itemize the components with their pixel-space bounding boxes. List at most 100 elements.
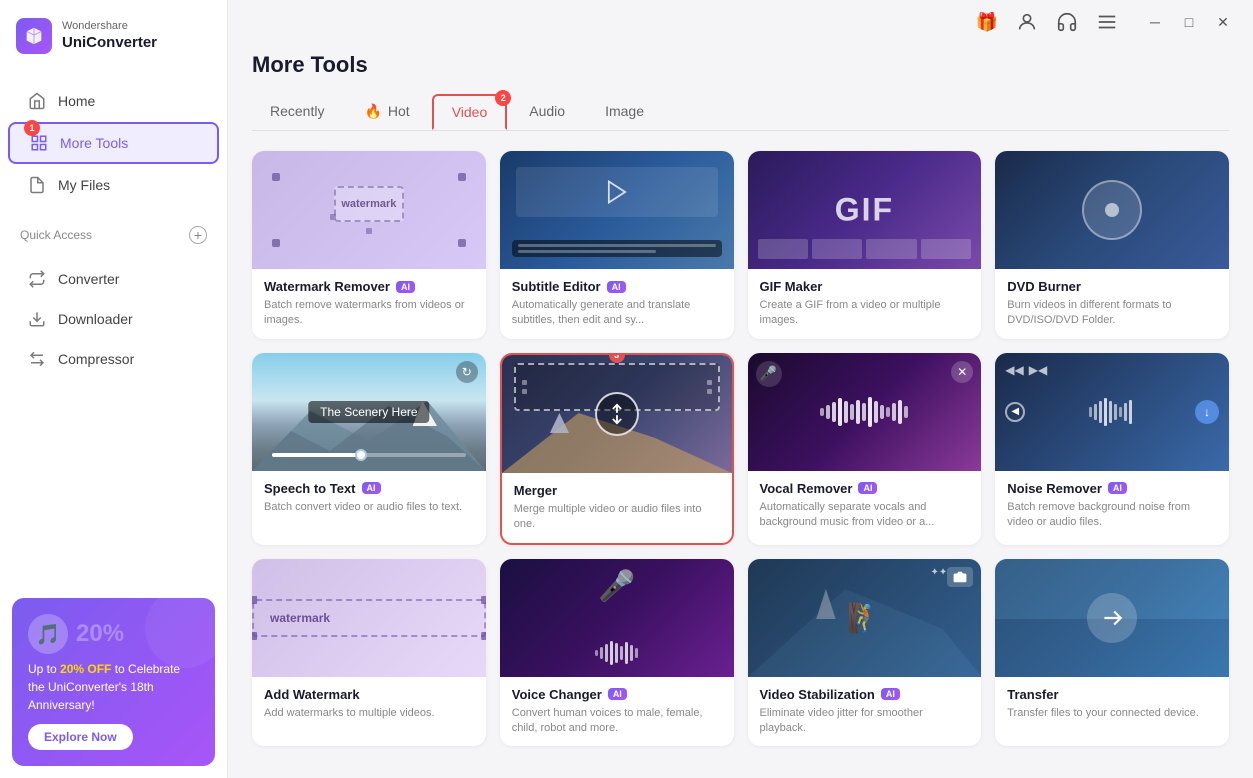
tool-info-merger: Merger Merge multiple video or audio fil… bbox=[502, 473, 732, 543]
sidebar-item-my-files[interactable]: My Files bbox=[8, 166, 219, 204]
tool-info-gif-maker: GIF Maker Create a GIF from a video or m… bbox=[748, 269, 982, 339]
tab-audio[interactable]: Audio bbox=[511, 95, 583, 129]
logo-icon bbox=[16, 18, 52, 54]
sidebar-item-converter[interactable]: Converter bbox=[8, 260, 219, 298]
tool-info-transfer: Transfer Transfer files to your connecte… bbox=[995, 677, 1229, 731]
tools-grid: watermark Watermark Remo bbox=[252, 151, 1229, 746]
promo-prefix: Up to bbox=[28, 662, 60, 676]
dvd-disc bbox=[1082, 180, 1142, 240]
tool-desc-subtitle-editor: Automatically generate and translate sub… bbox=[512, 298, 722, 329]
sidebar-item-compressor[interactable]: Compressor bbox=[8, 340, 219, 378]
tool-name-subtitle-editor: Subtitle Editor AI bbox=[512, 279, 722, 294]
app-logo: Wondershare UniConverter bbox=[0, 0, 227, 72]
transfer-icon bbox=[1087, 593, 1137, 643]
tool-card-voice-changer[interactable]: 🎤 Voice Changer bbox=[500, 559, 734, 747]
headset-icon[interactable] bbox=[1053, 8, 1081, 36]
sidebar-item-more-tools[interactable]: 1 More Tools bbox=[8, 122, 219, 164]
mic-icon: 🎤 bbox=[756, 361, 782, 387]
tool-thumb-noise-remover: ◀ ↓ bbox=[995, 353, 1229, 471]
tool-thumb-vocal-remover: ✕ 🎤 bbox=[748, 353, 982, 471]
sidebar-item-home[interactable]: Home bbox=[8, 82, 219, 120]
tool-card-merger[interactable]: 3 bbox=[500, 353, 734, 545]
tool-name-noise-remover: Noise Remover AI bbox=[1007, 481, 1217, 496]
tool-card-dvd-burner[interactable]: DVD Burner Burn videos in different form… bbox=[995, 151, 1229, 339]
tool-card-gif-maker[interactable]: GIF GIF Maker Create a GIF from a video … bbox=[748, 151, 982, 339]
menu-icon[interactable] bbox=[1093, 8, 1121, 36]
product-name: UniConverter bbox=[62, 34, 157, 52]
quick-access-label: Quick Access bbox=[20, 228, 92, 242]
more-tools-badge: 1 bbox=[24, 120, 40, 136]
ai-badge: AI bbox=[362, 482, 381, 494]
tool-desc-speech-to-text: Batch convert video or audio files to te… bbox=[264, 500, 474, 515]
quick-access-header: Quick Access + bbox=[0, 214, 227, 250]
home-icon bbox=[28, 92, 46, 110]
tool-desc-voice-changer: Convert human voices to male, female, ch… bbox=[512, 706, 722, 737]
tab-video[interactable]: 2 Video bbox=[432, 94, 508, 130]
tool-desc-noise-remover: Batch remove background noise from video… bbox=[1007, 500, 1217, 531]
ai-badge: AI bbox=[607, 281, 626, 293]
close-button[interactable]: ✕ bbox=[1209, 8, 1237, 36]
promo-highlight: 20% OFF bbox=[60, 662, 111, 676]
gif-label: GIF bbox=[835, 192, 894, 229]
tab-image[interactable]: Image bbox=[587, 95, 662, 129]
tab-recently[interactable]: Recently bbox=[252, 95, 342, 129]
tool-card-add-watermark[interactable]: watermark Add Watermark Add watermarks t… bbox=[252, 559, 486, 747]
sidebar-item-downloader[interactable]: Downloader bbox=[8, 300, 219, 338]
sidebar-item-downloader-label: Downloader bbox=[58, 311, 133, 327]
title-bar: 🎁 ─ □ ✕ bbox=[228, 0, 1253, 44]
noise-controls: ◀ ↓ bbox=[995, 398, 1229, 426]
minimize-button[interactable]: ─ bbox=[1141, 8, 1169, 36]
camera-icon-area bbox=[947, 567, 973, 587]
sidebar-item-my-files-label: My Files bbox=[58, 177, 110, 193]
user-icon[interactable] bbox=[1013, 8, 1041, 36]
tool-name-video-stabilization: Video Stabilization AI bbox=[760, 687, 970, 702]
ai-badge: AI bbox=[858, 482, 877, 494]
mic-person-icon: 🎤 bbox=[598, 569, 635, 604]
tool-desc-gif-maker: Create a GIF from a video or multiple im… bbox=[760, 298, 970, 329]
tab-audio-label: Audio bbox=[529, 103, 565, 119]
tab-video-label: Video bbox=[452, 104, 488, 120]
tool-name-gif-maker: GIF Maker bbox=[760, 279, 970, 294]
downloader-icon bbox=[28, 310, 46, 328]
tool-thumb-subtitle-editor bbox=[500, 151, 734, 269]
gift-icon[interactable]: 🎁 bbox=[973, 8, 1001, 36]
merge-arrows-icon bbox=[606, 403, 628, 425]
tool-card-watermark-remover[interactable]: watermark Watermark Remo bbox=[252, 151, 486, 339]
tool-info-video-stabilization: Video Stabilization AI Eliminate video j… bbox=[748, 677, 982, 747]
tool-card-speech-to-text[interactable]: The Scenery Here ↻ Speech to Text AI bbox=[252, 353, 486, 545]
tab-hot[interactable]: 🔥 Hot bbox=[346, 95, 427, 130]
promo-percent-bg: 20% bbox=[76, 620, 124, 648]
maximize-button[interactable]: □ bbox=[1175, 8, 1203, 36]
explore-now-button[interactable]: Explore Now bbox=[28, 724, 133, 750]
tool-card-video-stabilization[interactable]: 🧗 ✦✦ Video Stabilization AI Eliminate vi… bbox=[748, 559, 982, 747]
sidebar-item-more-tools-label: More Tools bbox=[60, 135, 128, 151]
progress-area bbox=[272, 453, 466, 457]
tool-info-subtitle-editor: Subtitle Editor AI Automatically generat… bbox=[500, 269, 734, 339]
tool-card-noise-remover[interactable]: ◀ ↓ bbox=[995, 353, 1229, 545]
play-icon bbox=[603, 178, 631, 206]
promo-illustration: 🎵 bbox=[28, 614, 68, 654]
merger-icon bbox=[595, 392, 639, 436]
tab-video-badge: 2 bbox=[495, 90, 511, 106]
ai-badge: AI bbox=[608, 688, 627, 700]
quick-access-add-button[interactable]: + bbox=[189, 226, 207, 244]
tool-name-add-watermark: Add Watermark bbox=[264, 687, 474, 702]
tab-hot-label: Hot bbox=[388, 103, 410, 119]
sidebar: Wondershare UniConverter Home 1 More Too… bbox=[0, 0, 228, 778]
corner-handle-tl bbox=[272, 173, 280, 181]
files-icon bbox=[28, 176, 46, 194]
page-title: More Tools bbox=[252, 44, 1229, 78]
scenery-text: The Scenery Here bbox=[308, 401, 429, 423]
tool-card-subtitle-editor[interactable]: Subtitle Editor AI Automatically generat… bbox=[500, 151, 734, 339]
tab-image-label: Image bbox=[605, 103, 644, 119]
tool-card-transfer[interactable]: Transfer Transfer files to your connecte… bbox=[995, 559, 1229, 747]
tool-name-voice-changer: Voice Changer AI bbox=[512, 687, 722, 702]
main-content: 🎁 ─ □ ✕ More Tools Recently 🔥 Hot bbox=[228, 0, 1253, 778]
promo-card: 🎵 20% Up to 20% OFF to Celebrate the Uni… bbox=[12, 598, 215, 766]
waveform bbox=[748, 397, 982, 427]
converter-icon bbox=[28, 270, 46, 288]
sidebar-nav: Home 1 More Tools My Files bbox=[0, 72, 227, 214]
tool-thumb-watermark-remover: watermark bbox=[252, 151, 486, 269]
ai-badge: AI bbox=[881, 688, 900, 700]
tool-card-vocal-remover[interactable]: ✕ 🎤 bbox=[748, 353, 982, 545]
